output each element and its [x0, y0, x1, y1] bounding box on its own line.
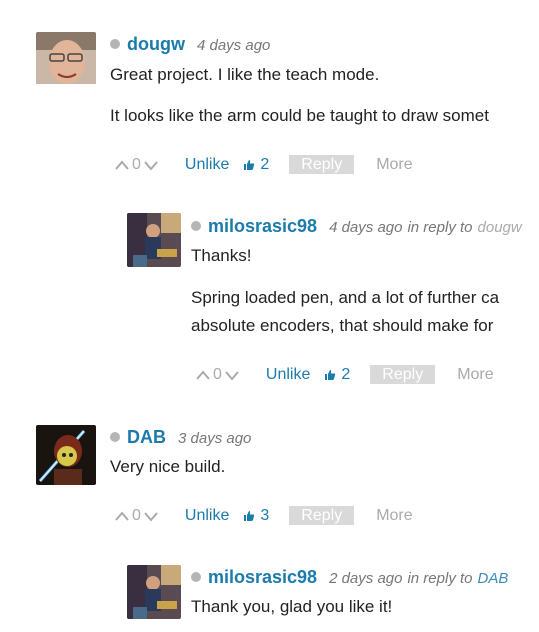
- author-name[interactable]: milosrasic98: [208, 567, 317, 588]
- reply-to-link[interactable]: DAB: [478, 570, 509, 587]
- thumbs-up-icon: [244, 510, 255, 521]
- vote-score: 0: [132, 506, 141, 524]
- chevron-up-icon[interactable]: [114, 510, 130, 522]
- chevron-down-icon[interactable]: [224, 369, 240, 381]
- author-name[interactable]: DAB: [127, 427, 166, 448]
- like-count-value: 2: [260, 155, 270, 173]
- reply-to-prefix: in reply to: [407, 219, 473, 236]
- like-count[interactable]: 2: [324, 366, 350, 384]
- presence-dot-icon: [110, 432, 120, 442]
- comment-text-line: Very nice build.: [110, 457, 226, 476]
- reply-to-link[interactable]: dougw: [478, 219, 522, 236]
- comment-time[interactable]: 3 days ago: [178, 430, 251, 447]
- comment-time[interactable]: 2 days ago: [329, 570, 402, 587]
- unlike-button[interactable]: Unlike: [185, 156, 229, 174]
- presence-dot-icon: [191, 221, 201, 231]
- reply-button[interactable]: Reply: [370, 365, 436, 384]
- author-name[interactable]: milosrasic98: [208, 216, 317, 237]
- comment-text-line: It looks like the arm could be taught to…: [110, 106, 489, 125]
- more-button[interactable]: More: [376, 507, 412, 525]
- comment-time[interactable]: 4 days ago: [329, 219, 402, 236]
- chevron-up-icon[interactable]: [195, 369, 211, 381]
- chevron-down-icon[interactable]: [143, 159, 159, 171]
- author-name[interactable]: dougw: [127, 34, 185, 55]
- unlike-button[interactable]: Unlike: [266, 366, 310, 384]
- thumbs-up-icon: [325, 369, 336, 380]
- presence-dot-icon: [191, 572, 201, 582]
- comment-time[interactable]: 4 days ago: [197, 37, 270, 54]
- comment-text-line: absolute encoders, that should make for: [191, 316, 494, 335]
- like-count-value: 3: [260, 506, 270, 524]
- chevron-down-icon[interactable]: [143, 510, 159, 522]
- vote-score: 0: [132, 155, 141, 173]
- comment-text-line: Great project. I like the teach mode.: [110, 65, 380, 84]
- avatar-dougw[interactable]: [36, 32, 96, 92]
- reply-button[interactable]: Reply: [289, 155, 355, 174]
- avatar-milosrasic98[interactable]: [127, 213, 181, 267]
- like-count[interactable]: 2: [243, 156, 269, 174]
- like-count-value: 2: [341, 365, 351, 383]
- thumbs-up-icon: [244, 159, 255, 170]
- more-button[interactable]: More: [457, 366, 493, 384]
- comment-text-line: Spring loaded pen, and a lot of further …: [191, 288, 500, 307]
- chevron-up-icon[interactable]: [114, 159, 130, 171]
- reply-to-prefix: in reply to: [407, 570, 473, 587]
- avatar-dab[interactable]: [36, 425, 96, 485]
- vote-score: 0: [213, 365, 222, 383]
- like-count[interactable]: 3: [243, 507, 269, 525]
- presence-dot-icon: [110, 39, 120, 49]
- comment-text-line: Thanks!: [191, 246, 252, 265]
- unlike-button[interactable]: Unlike: [185, 507, 229, 525]
- avatar-milosrasic98[interactable]: [127, 565, 181, 619]
- comment-text-line: Thank you, glad you like it!: [191, 597, 393, 616]
- more-button[interactable]: More: [376, 156, 412, 174]
- reply-button[interactable]: Reply: [289, 506, 355, 525]
